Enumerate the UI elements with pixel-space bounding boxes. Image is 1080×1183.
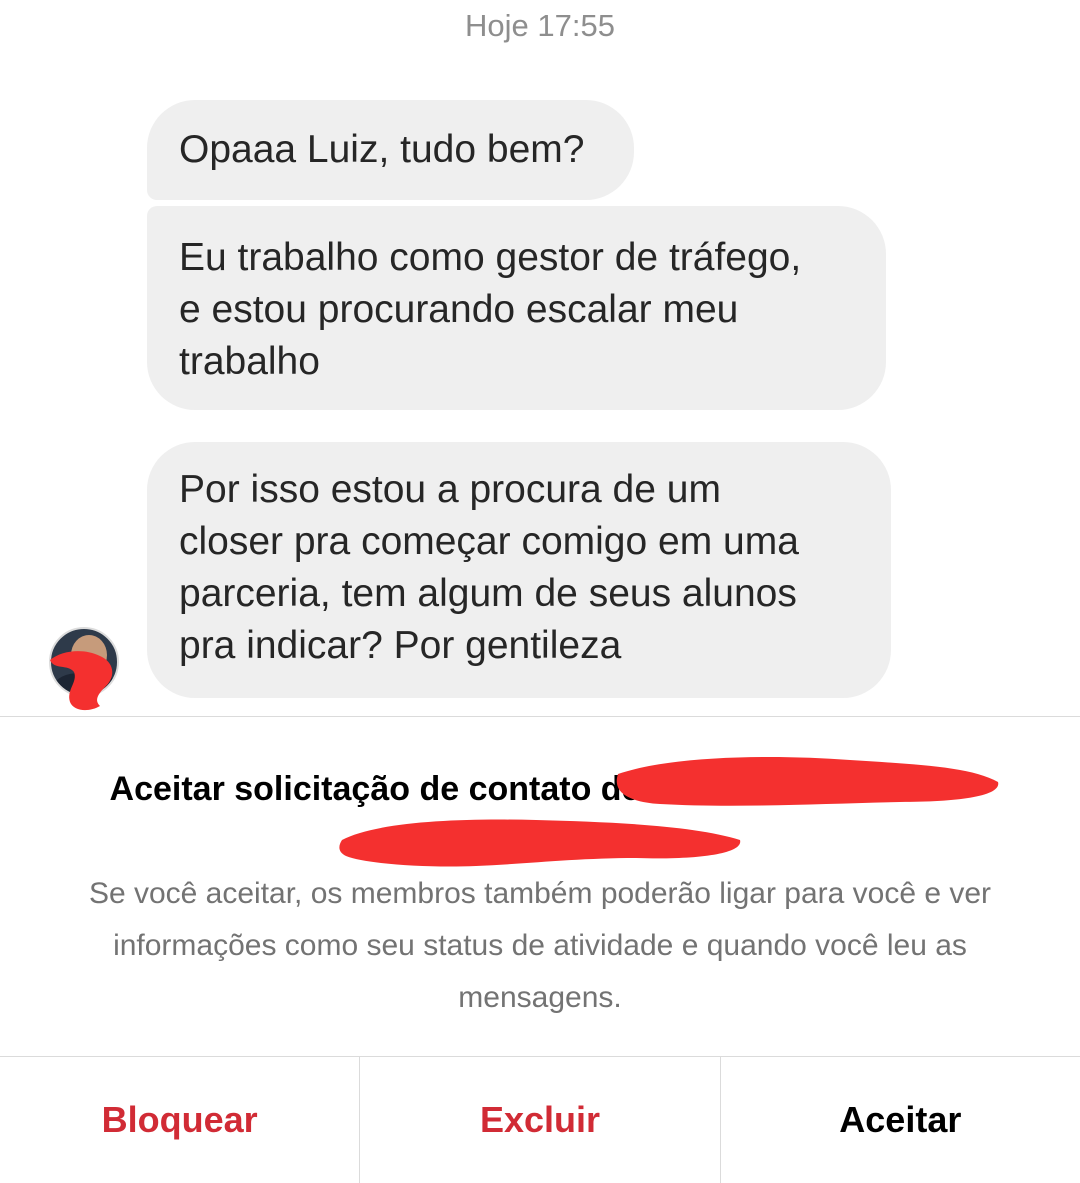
message-bubble[interactable]: Opaaa Luiz, tudo bem? <box>147 100 634 200</box>
block-button[interactable]: Bloquear <box>0 1057 361 1183</box>
request-actions: Bloquear Excluir Aceitar <box>0 1057 1080 1183</box>
redaction-scribble <box>50 651 113 711</box>
redacted-username <box>616 756 999 806</box>
redacted-username-line2 <box>339 819 741 867</box>
delete-button[interactable]: Excluir <box>360 1057 721 1183</box>
message-bubble[interactable]: Por isso estou a procura de um closer pr… <box>147 442 891 698</box>
message-request-screen: Hoje 17:55 Opaaa Luiz, tudo bem? Eu trab… <box>0 0 1080 1183</box>
message-bubble[interactable]: Eu trabalho como gestor de tráfego, e es… <box>147 206 886 410</box>
section-divider <box>0 716 1080 717</box>
request-title-text: Aceitar solicitação de contato de <box>109 770 641 808</box>
accept-button[interactable]: Aceitar <box>721 1057 1080 1183</box>
message-timestamp: Hoje 17:55 <box>465 8 615 43</box>
request-description: Se você aceitar, os membros também poder… <box>88 877 992 1014</box>
